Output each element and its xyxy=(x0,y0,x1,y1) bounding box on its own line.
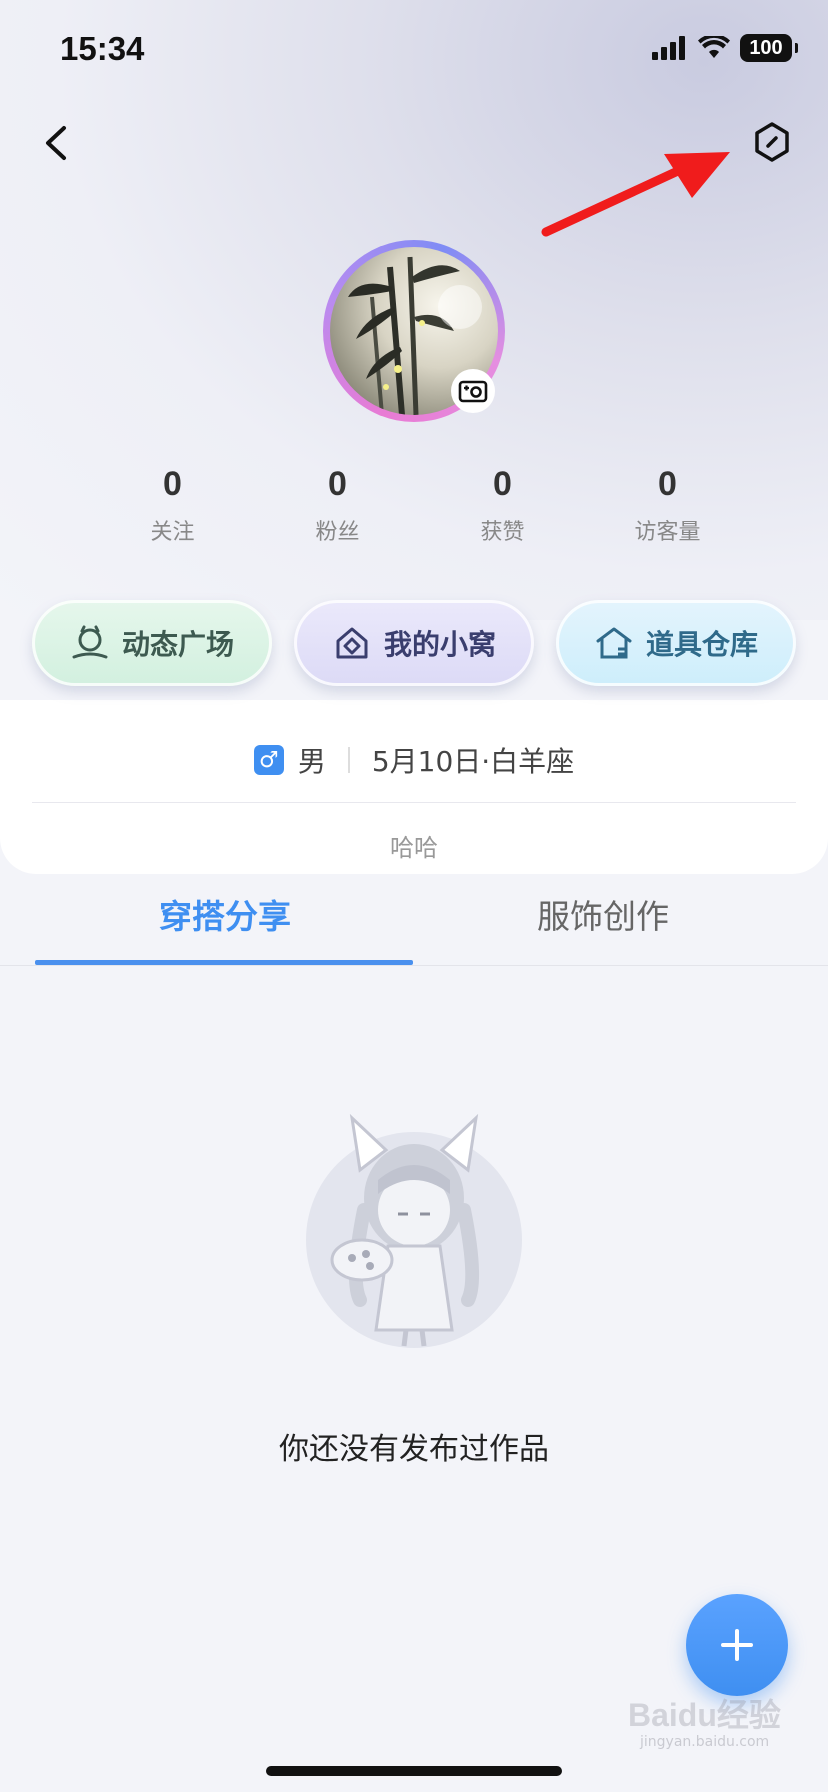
home-indicator[interactable] xyxy=(266,1766,562,1776)
plaza-icon xyxy=(72,625,108,659)
settings-button[interactable] xyxy=(748,118,796,166)
home-nest-icon xyxy=(336,627,368,659)
stat-visitors[interactable]: 0 访客量 xyxy=(585,465,750,546)
signal-icon xyxy=(652,36,685,60)
male-icon: ♂ xyxy=(253,745,284,775)
stat-value: 0 xyxy=(163,465,182,503)
stat-value: 0 xyxy=(493,465,512,503)
tab-clothing-creation[interactable]: 服饰创作 xyxy=(413,890,793,938)
content-tabs: 穿搭分享 服饰创作 xyxy=(0,890,828,966)
profile-info-line: ♂ 男 5月10日·白羊座 xyxy=(0,740,828,780)
my-nest-button[interactable]: 我的小窝 xyxy=(294,600,534,686)
wifi-icon xyxy=(698,36,730,58)
stat-label: 粉丝 xyxy=(315,520,360,545)
chevron-left-icon xyxy=(46,126,66,160)
watermark-url: jingyan.baidu.com xyxy=(640,1734,770,1750)
birthday-text: 5月10日·白羊座 xyxy=(371,745,575,778)
empty-state-illustration xyxy=(306,1113,522,1348)
stat-likes[interactable]: 0 获赞 xyxy=(420,465,585,546)
plaza-label: 动态广场 xyxy=(121,628,234,661)
stat-followers[interactable]: 0 粉丝 xyxy=(255,465,420,546)
back-button[interactable] xyxy=(36,118,76,168)
change-avatar-button[interactable] xyxy=(451,369,495,413)
warehouse-button[interactable]: 道具仓库 xyxy=(556,600,796,686)
warehouse-label: 道具仓库 xyxy=(645,628,758,661)
status-time: 15:34 xyxy=(60,30,145,67)
plaza-button[interactable]: 动态广场 xyxy=(32,600,272,686)
status-bar: 15:34 100 xyxy=(0,0,828,100)
warehouse-icon xyxy=(596,627,632,659)
annotation-arrow xyxy=(541,152,730,237)
create-post-button[interactable] xyxy=(686,1594,788,1696)
stat-label: 关注 xyxy=(150,520,195,545)
stat-value: 0 xyxy=(328,465,347,503)
profile-stats: 0 关注 0 粉丝 0 获赞 0 访客量 xyxy=(90,465,750,546)
info-separator xyxy=(347,747,350,773)
stat-label: 获赞 xyxy=(480,520,525,545)
active-tab-indicator xyxy=(35,960,413,965)
plus-icon xyxy=(721,1629,753,1661)
stat-value: 0 xyxy=(658,465,677,503)
battery-icon: 100 xyxy=(740,34,798,62)
tab-outfit-share[interactable]: 穿搭分享 xyxy=(35,890,415,938)
stat-label: 访客量 xyxy=(634,520,701,545)
bio-text: 哈哈 xyxy=(390,834,438,862)
stat-following[interactable]: 0 关注 xyxy=(90,465,255,546)
hexagon-settings-icon xyxy=(755,122,789,162)
my-nest-label: 我的小窝 xyxy=(383,628,496,661)
gender-text: 男 xyxy=(297,745,326,778)
status-icons: 100 xyxy=(652,34,798,62)
empty-state-text: 你还没有发布过作品 xyxy=(279,1432,549,1467)
watermark: Baidu经验 xyxy=(628,1697,781,1733)
divider xyxy=(32,802,796,803)
camera-icon xyxy=(458,380,488,403)
